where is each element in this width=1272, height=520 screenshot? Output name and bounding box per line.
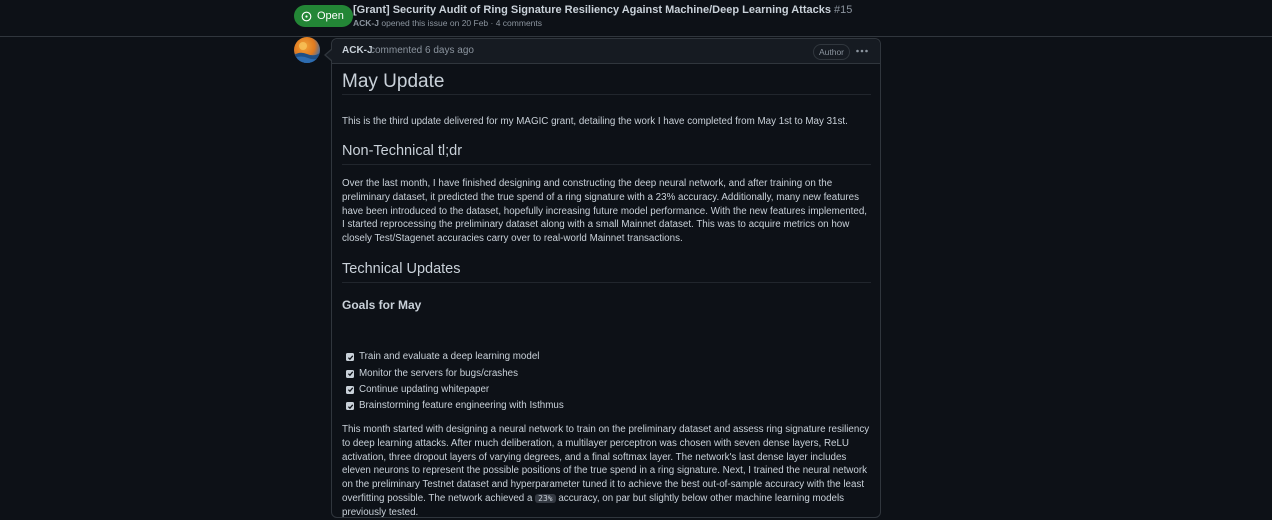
issue-meta: ACK-J opened this issue on 20 Feb · 4 co… (353, 18, 542, 28)
check-icon (347, 371, 353, 377)
task-checkbox[interactable] (346, 369, 354, 378)
issue-number: #15 (833, 4, 853, 16)
task-label: Monitor the servers for bugs/crashes (359, 367, 518, 379)
task-label: Brainstorming feature engineering with I… (359, 400, 564, 412)
technical-paragraph: This month started with designing a neur… (342, 423, 871, 520)
issue-meta-text: opened this issue on 20 Feb · 4 comments (381, 18, 543, 28)
intro-paragraph: This is the third update delivered for m… (342, 116, 848, 127)
heading-goals: Goals for May (342, 298, 422, 312)
task-checkbox[interactable] (346, 353, 354, 362)
issue-author-link[interactable]: ACK-J (353, 18, 379, 28)
task-checkbox[interactable] (346, 385, 354, 394)
comment-box: ACK-J commented 6 days ago Author May Up… (324, 38, 881, 520)
issue-sticky-header: Open [Grant] Security Audit of Ring Sign… (0, 0, 1272, 37)
comment-author-link[interactable]: ACK-J (342, 45, 373, 56)
heading-technical-updates: Technical Updates (342, 262, 871, 283)
page-title: May Update (342, 72, 871, 95)
comment-header: ACK-J commented 6 days ago Author (332, 39, 880, 64)
task-list: Train and evaluate a deep learning model… (346, 349, 564, 415)
issue-state-label: Open (317, 10, 344, 22)
issue-state-badge: Open (294, 5, 353, 27)
inline-code: 23% (535, 493, 556, 503)
technical-paragraph-text: This month started with designing a neur… (342, 424, 870, 504)
issue-title[interactable]: [Grant] Security Audit of Ring Signature… (353, 4, 852, 16)
kebab-horizontal-icon[interactable] (855, 45, 869, 57)
task-list-item: Train and evaluate a deep learning model (346, 349, 564, 365)
task-label: Train and evaluate a deep learning model (359, 351, 540, 363)
task-checkbox[interactable] (346, 402, 354, 411)
task-label: Continue updating whitepaper (359, 384, 490, 396)
author-badge: Author (812, 44, 850, 60)
task-list-item: Monitor the servers for bugs/crashes (346, 365, 564, 381)
non-technical-paragraph: Over the last month, I have finished des… (342, 178, 867, 245)
avatar[interactable] (294, 37, 320, 63)
check-icon (347, 355, 353, 360)
issue-title-text: [Grant] Security Audit of Ring Signature… (353, 4, 831, 16)
comment-timestamp[interactable]: commented 6 days ago (370, 45, 474, 56)
heading-non-technical: Non-Technical tl;dr (342, 144, 871, 165)
task-list-item: Continue updating whitepaper (346, 382, 564, 398)
issue-opened-icon (301, 11, 312, 22)
task-list-item: Brainstorming feature engineering with I… (346, 398, 564, 414)
check-icon (347, 404, 353, 409)
check-icon (347, 387, 353, 393)
